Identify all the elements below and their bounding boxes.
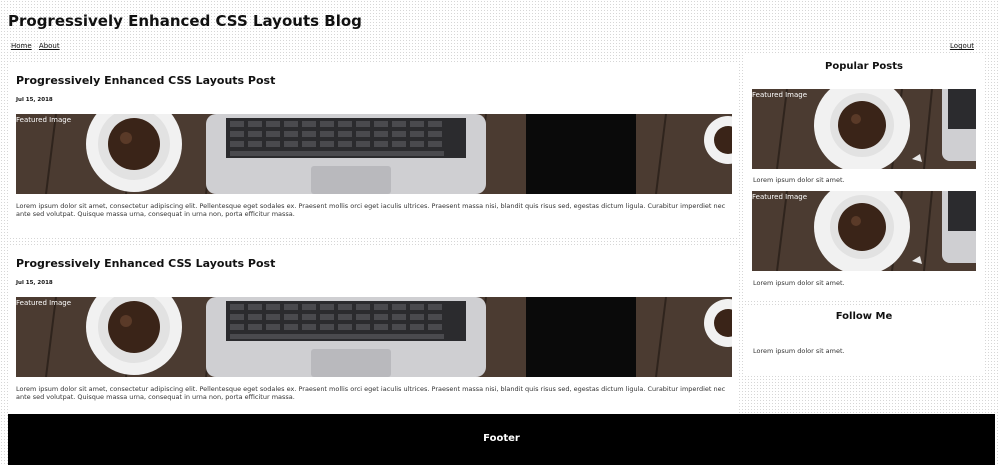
post-date: Jul 15, 2018 <box>16 97 53 103</box>
main-nav: Home About <box>11 42 65 50</box>
popular-post-thumbnail[interactable]: Featured Image <box>752 89 976 169</box>
site-header: Progressively Enhanced CSS Layouts Blog … <box>0 0 1000 58</box>
logout-link[interactable]: Logout <box>950 42 974 50</box>
post-title[interactable]: Progressively Enhanced CSS Layouts Post <box>16 74 275 87</box>
post-excerpt: Lorem ipsum dolor sit amet, consectetur … <box>16 202 726 218</box>
follow-me-text: Lorem ipsum dolor sit amet. <box>753 347 845 355</box>
featured-image: Featured Image <box>16 297 732 377</box>
coffee-laptop-photo <box>16 114 732 194</box>
featured-image-label: Featured Image <box>16 116 72 124</box>
coffee-laptop-photo <box>16 297 732 377</box>
popular-post-thumbnail[interactable]: Featured Image <box>752 191 976 271</box>
site-title: Progressively Enhanced CSS Layouts Blog <box>8 12 362 30</box>
post-date: Jul 15, 2018 <box>16 280 53 286</box>
coffee-laptop-photo <box>752 89 976 169</box>
site-footer: Footer <box>8 414 995 465</box>
follow-me-widget: Follow Me Lorem ipsum dolor sit amet. <box>743 307 985 375</box>
post-excerpt: Lorem ipsum dolor sit amet, consectetur … <box>16 385 726 401</box>
follow-me-title: Follow Me <box>835 311 893 322</box>
popular-posts-title: Popular Posts <box>825 61 903 72</box>
blog-post: Progressively Enhanced CSS Layouts Post … <box>8 62 738 237</box>
popular-posts-widget: Popular Posts Featured Image Lorem ipsum… <box>743 55 985 301</box>
blog-post: Progressively Enhanced CSS Layouts Post … <box>8 245 738 420</box>
post-title[interactable]: Progressively Enhanced CSS Layouts Post <box>16 257 275 270</box>
nav-link-home[interactable]: Home <box>11 42 32 50</box>
featured-image-label: Featured Image <box>752 91 808 99</box>
nav-link-about[interactable]: About <box>39 42 60 50</box>
popular-post-text[interactable]: Lorem ipsum dolor sit amet. <box>753 279 845 287</box>
featured-image-label: Featured Image <box>752 193 808 201</box>
popular-post-text[interactable]: Lorem ipsum dolor sit amet. <box>753 176 845 184</box>
footer-label: Footer <box>483 433 520 444</box>
featured-image-label: Featured Image <box>16 299 72 307</box>
featured-image: Featured Image <box>16 114 732 194</box>
coffee-laptop-photo <box>752 191 976 271</box>
